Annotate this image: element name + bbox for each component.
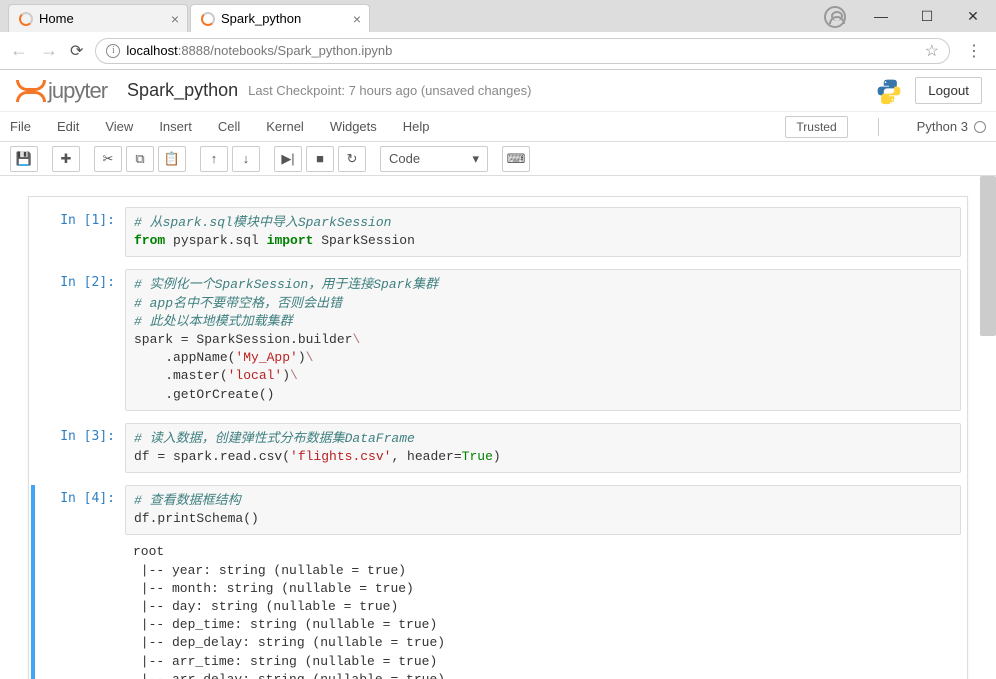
reload-button[interactable]: ⟳ (70, 41, 83, 61)
tab-title: Spark_python (221, 11, 301, 26)
paste-button[interactable]: 📋 (158, 146, 186, 172)
jupyter-favicon-icon (201, 12, 215, 26)
jupyter-logo[interactable]: jupyter (14, 77, 107, 105)
menu-file[interactable]: File (10, 119, 31, 134)
cut-button[interactable]: ✂ (94, 146, 122, 172)
back-button[interactable]: ← (10, 40, 28, 61)
browser-menu-icon[interactable]: ⋮ (962, 41, 986, 61)
cell-prompt: In [4]: (35, 485, 125, 679)
cell-output: root |-- year: string (nullable = true) … (125, 535, 961, 679)
menu-insert[interactable]: Insert (159, 119, 192, 134)
browser-tab-strip: Home × Spark_python × (0, 0, 996, 32)
command-palette-button[interactable]: ⌨ (502, 146, 530, 172)
notebook-name[interactable]: Spark_python (127, 80, 238, 101)
cell-type-label: Code (389, 151, 420, 166)
code-cell[interactable]: In [1]:# 从spark.sql模块中导入SparkSession fro… (35, 207, 961, 257)
tab-close-icon[interactable]: × (353, 11, 361, 27)
cell-input[interactable]: # 查看数据框结构 df.printSchema() (125, 485, 961, 535)
tab-close-icon[interactable]: × (171, 11, 179, 27)
cell-input[interactable]: # 读入数据，创建弹性式分布数据集DataFrame df = spark.re… (125, 423, 961, 473)
code-cell[interactable]: In [4]:# 查看数据框结构 df.printSchema()root |-… (31, 485, 961, 679)
logout-button[interactable]: Logout (915, 77, 982, 104)
code-cell[interactable]: In [2]:# 实例化一个SparkSession，用于连接Spark集群 #… (35, 269, 961, 410)
add-cell-button[interactable]: ✚ (52, 146, 80, 172)
menu-view[interactable]: View (105, 119, 133, 134)
jupyter-logo-icon (14, 77, 42, 105)
code-cell[interactable]: In [3]:# 读入数据，创建弹性式分布数据集DataFrame df = s… (35, 423, 961, 473)
menu-cell[interactable]: Cell (218, 119, 240, 134)
stop-button[interactable]: ■ (306, 146, 334, 172)
move-up-button[interactable]: ↑ (200, 146, 228, 172)
bookmark-icon[interactable]: ☆ (925, 41, 939, 61)
close-button[interactable]: ✕ (950, 0, 996, 32)
address-bar: ← → ⟳ i localhost:8888/notebooks/Spark_p… (0, 32, 996, 70)
cell-prompt: In [2]: (35, 269, 125, 410)
notebook-area[interactable]: In [1]:# 从spark.sql模块中导入SparkSession fro… (0, 176, 996, 679)
maximize-button[interactable]: ☐ (904, 0, 950, 32)
notebook-container: In [1]:# 从spark.sql模块中导入SparkSession fro… (28, 196, 968, 679)
chevron-down-icon: ▾ (472, 151, 479, 167)
site-info-icon[interactable]: i (106, 44, 120, 58)
trusted-badge[interactable]: Trusted (785, 116, 847, 138)
menu-edit[interactable]: Edit (57, 119, 79, 134)
save-button[interactable]: 💾 (10, 146, 38, 172)
kernel-status-icon (974, 121, 986, 133)
minimize-button[interactable]: — (858, 0, 904, 32)
url-text: localhost:8888/notebooks/Spark_python.ip… (126, 43, 392, 58)
move-down-button[interactable]: ↓ (232, 146, 260, 172)
browser-tab[interactable]: Home × (8, 4, 188, 32)
account-icon[interactable] (824, 6, 846, 28)
menu-help[interactable]: Help (403, 119, 430, 134)
copy-button[interactable]: ⧉ (126, 146, 154, 172)
cell-prompt: In [1]: (35, 207, 125, 257)
menu-bar: File Edit View Insert Cell Kernel Widgets Help T… (0, 112, 996, 142)
python-logo-icon (875, 77, 903, 105)
cell-input[interactable]: # 从spark.sql模块中导入SparkSession from pyspa… (125, 207, 961, 257)
checkpoint-text: Last Checkpoint: 7 hours ago (unsaved ch… (248, 83, 531, 98)
jupyter-logo-text: jupyter (48, 78, 107, 104)
cell-type-select[interactable]: Code ▾ (380, 146, 488, 172)
scrollbar[interactable] (980, 176, 996, 336)
run-button[interactable]: ▶| (274, 146, 302, 172)
toolbar: 💾 ✚ ✂ ⧉ 📋 ↑ ↓ ▶| ■ ↻ Code ▾ ⌨ (0, 142, 996, 176)
tab-title: Home (39, 11, 74, 26)
forward-button[interactable]: → (40, 40, 58, 61)
restart-button[interactable]: ↻ (338, 146, 366, 172)
url-input[interactable]: i localhost:8888/notebooks/Spark_python.… (95, 38, 950, 64)
jupyter-header: jupyter Spark_python Last Checkpoint: 7 … (0, 70, 996, 112)
window-controls: — ☐ ✕ (858, 0, 996, 32)
browser-tab[interactable]: Spark_python × (190, 4, 370, 32)
cell-prompt: In [3]: (35, 423, 125, 473)
kernel-indicator[interactable]: Python 3 (917, 119, 986, 134)
cell-input[interactable]: # 实例化一个SparkSession，用于连接Spark集群 # app名中不… (125, 269, 961, 410)
menu-kernel[interactable]: Kernel (266, 119, 304, 134)
kernel-name-text: Python 3 (917, 119, 968, 134)
jupyter-favicon-icon (19, 12, 33, 26)
menu-widgets[interactable]: Widgets (330, 119, 377, 134)
